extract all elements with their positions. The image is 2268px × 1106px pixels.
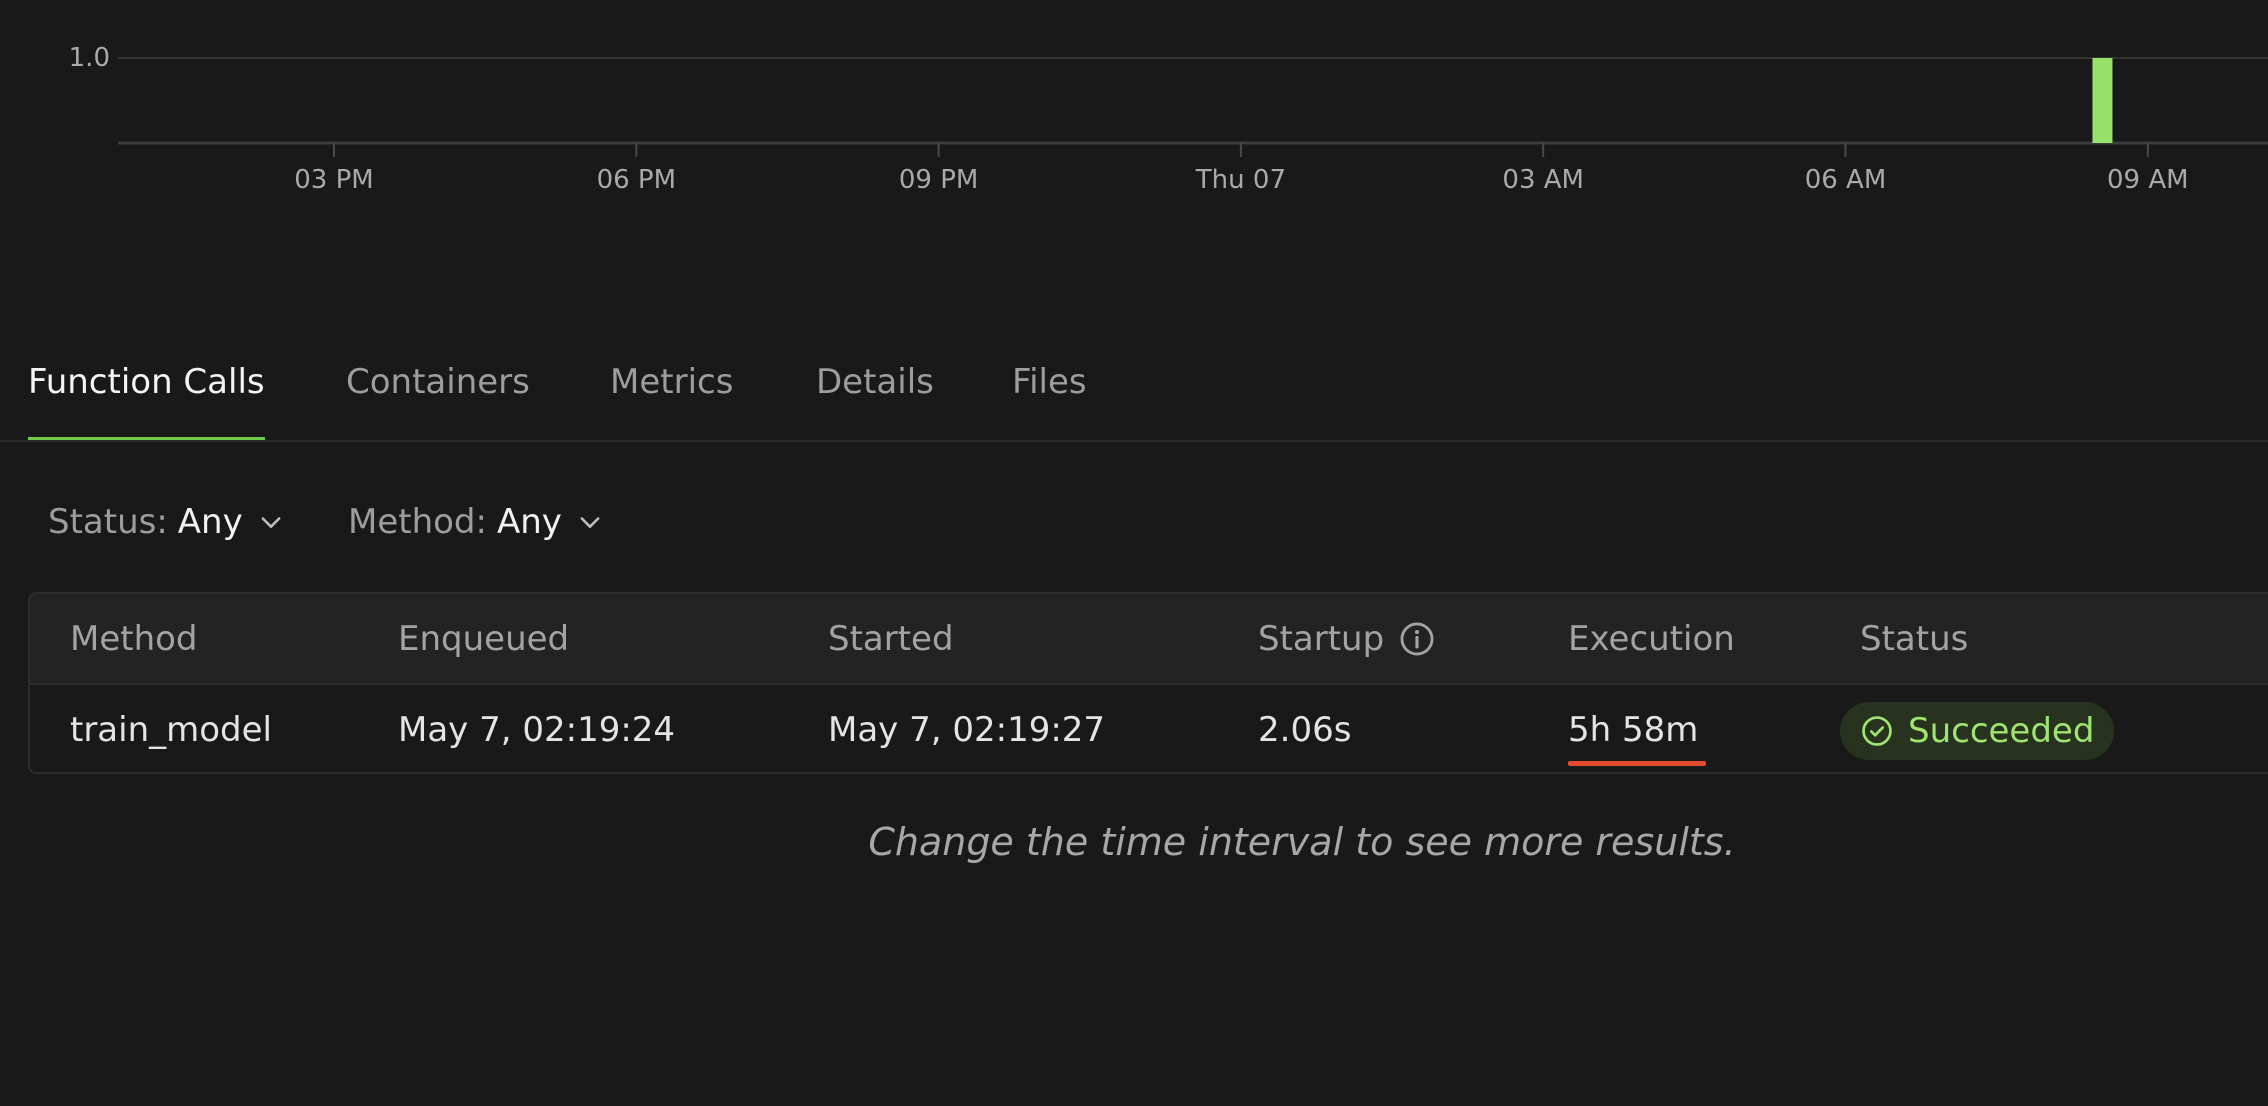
x-tick-label: 06 PM [597,165,676,195]
column-header-status[interactable]: Status [1860,594,1968,683]
column-header-started[interactable]: Started [828,594,954,683]
chart-grid [118,57,2268,145]
check-circle-icon [1862,716,1892,746]
tab-metrics[interactable]: Metrics [610,362,733,402]
timeline-chart: 03 PM 06 PM 09 PM Thu 07 03 AM 06 AM 09 AM 1.0 [69,43,2268,195]
info-circle-icon[interactable] [1398,620,1436,658]
cell-enqueued: May 7, 02:19:24 [398,709,676,750]
function-calls-table: Method Enqueued Started Startup Executio… [28,592,2268,774]
status-badge: Succeeded [1840,702,2115,760]
method-filter-value: Any [496,502,562,542]
chart-bars[interactable] [2092,58,2113,143]
chart-x-ticks: 03 PM 06 PM 09 PM Thu 07 03 AM 06 AM 09 AM [294,143,2189,195]
cell-method: train_model [70,709,273,750]
method-filter-label: Method: [348,502,487,542]
column-header-startup[interactable]: Startup [1258,594,1436,683]
execution-duration: 5h 58m [1568,709,1699,750]
execution-duration-bar [1568,760,1706,766]
column-header-enqueued[interactable]: Enqueued [398,594,569,683]
method-filter-dropdown[interactable]: Method: Any [348,502,604,542]
tab-details[interactable]: Details [816,362,934,402]
x-tick-label: 09 PM [899,165,978,195]
x-tick-label: 03 PM [294,165,373,195]
tab-files[interactable]: Files [1012,362,1087,402]
column-header-startup-label: Startup [1258,618,1385,659]
cell-execution: 5h 58m [1568,685,1706,772]
status-filter-dropdown[interactable]: Status: Any [48,502,285,542]
y-tick-label: 1.0 [69,43,110,73]
x-tick-label: 06 AM [1805,165,1887,195]
chevron-down-icon [261,517,281,528]
chart-y-ticks: 1.0 [69,43,110,73]
tab-containers[interactable]: Containers [346,362,530,402]
status-badge-label: Succeeded [1908,711,2095,751]
time-interval-hint: Change the time interval to see more res… [868,820,1736,864]
status-filter-label: Status: [48,502,168,542]
cell-startup: 2.06s [1258,709,1352,750]
x-tick-label: Thu 07 [1195,165,1286,195]
column-header-execution[interactable]: Execution [1568,594,1735,683]
table-header: Method Enqueued Started Startup Executio… [30,594,2268,685]
cell-started: May 7, 02:19:27 [828,709,1106,750]
chevron-down-icon [580,517,600,528]
tab-function-calls[interactable]: Function Calls [28,362,265,402]
column-header-method[interactable]: Method [70,594,198,683]
active-tab-indicator [28,437,265,440]
chart-bar[interactable] [2092,58,2113,143]
x-tick-label: 03 AM [1502,165,1584,195]
tab-bar: Function Calls Containers Metrics Detail… [0,340,2268,442]
status-filter-value: Any [177,502,243,542]
x-tick-label: 09 AM [2107,165,2189,195]
